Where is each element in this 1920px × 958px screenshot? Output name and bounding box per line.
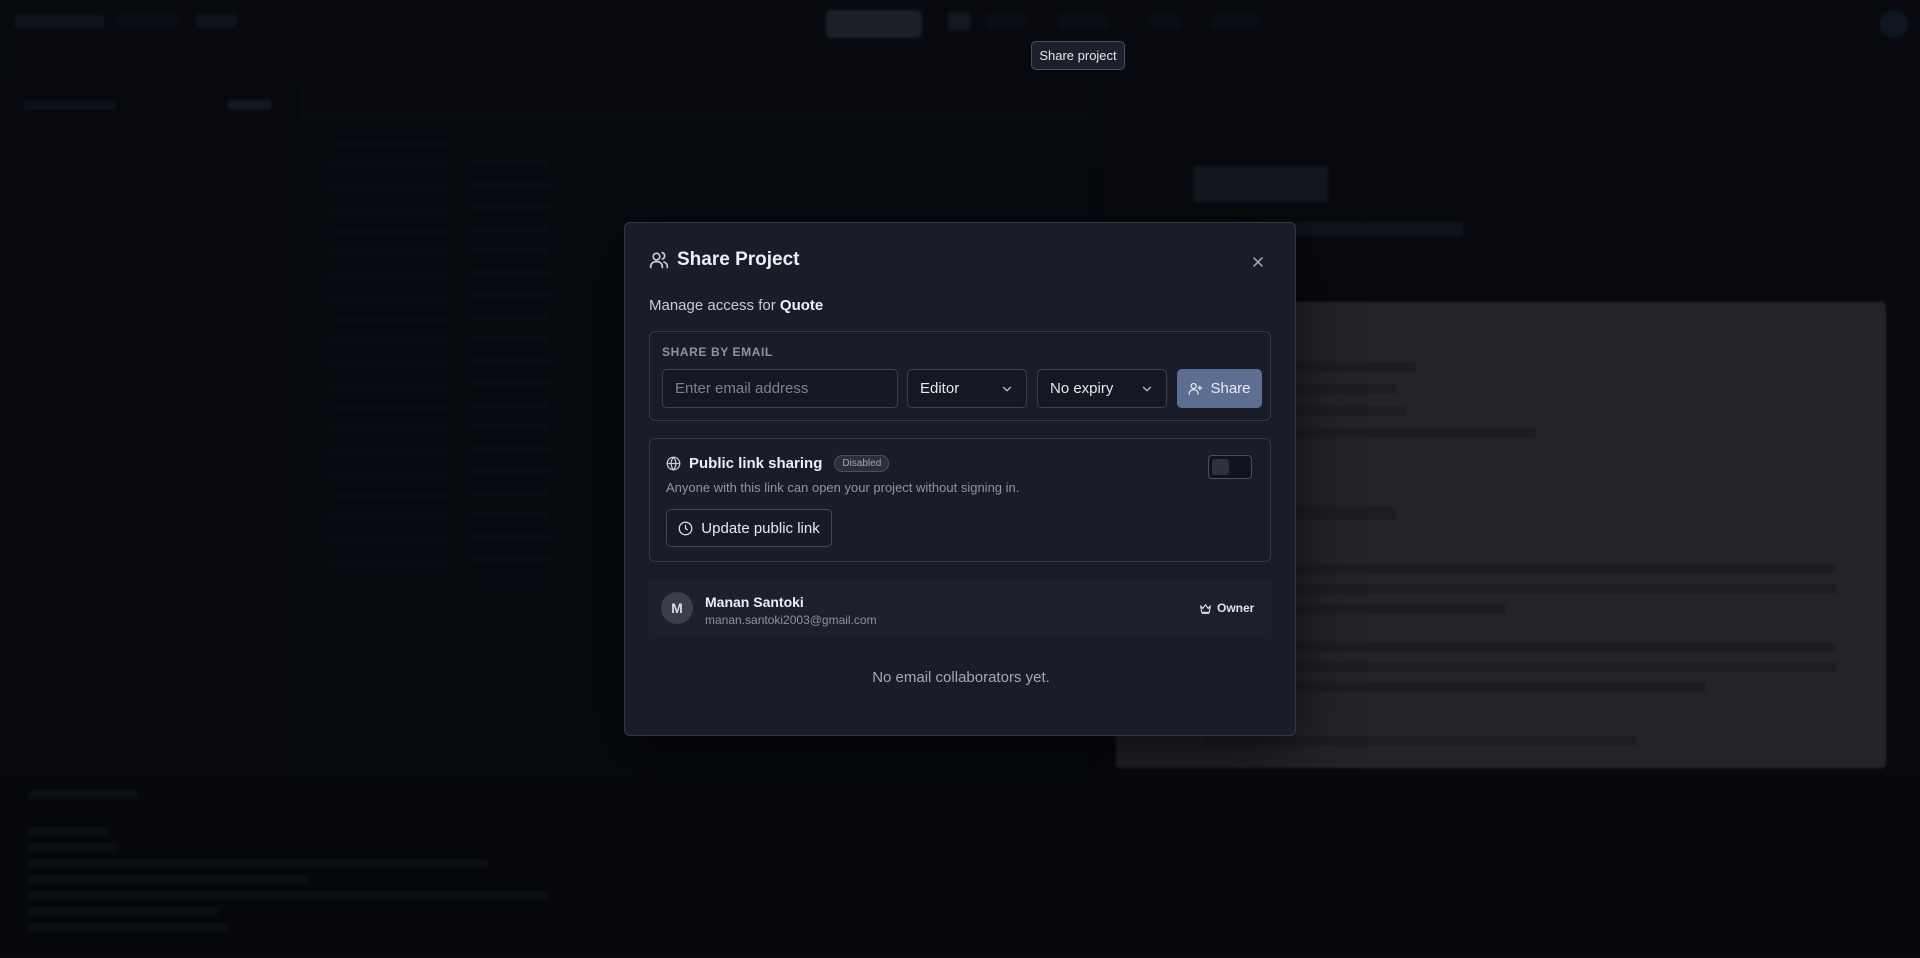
member-email: manan.santoki2003@gmail.com: [705, 613, 877, 627]
share-by-email-section: SHARE BY EMAIL Editor No expiry Share: [649, 331, 1271, 421]
role-select[interactable]: Editor: [907, 369, 1027, 408]
expiry-select[interactable]: No expiry: [1037, 369, 1167, 408]
share-button[interactable]: Share: [1177, 369, 1262, 408]
close-button[interactable]: [1247, 251, 1269, 273]
project-name: Quote: [779, 297, 824, 314]
dialog-title: Share Project: [677, 249, 800, 270]
empty-collaborators-message: No email collaborators yet.: [872, 669, 1050, 686]
expiry-select-value: No expiry: [1050, 380, 1114, 397]
update-public-link-button[interactable]: Update public link: [666, 509, 832, 547]
toggle-knob: [1212, 459, 1229, 475]
subtitle-prefix: Manage access for: [649, 297, 776, 314]
member-role: Owner: [1199, 601, 1254, 615]
public-link-toggle[interactable]: [1208, 455, 1252, 479]
close-icon: [1250, 254, 1266, 270]
users-icon: [649, 250, 669, 270]
member-role-label: Owner: [1217, 601, 1255, 615]
share-button-label: Share: [1210, 380, 1251, 397]
member-name: Manan Santoki: [705, 594, 804, 610]
chevron-down-icon: [1140, 382, 1154, 396]
dialog-subtitle: Manage access for Quote: [649, 297, 823, 314]
share-project-tooltip: Share project: [1031, 41, 1125, 70]
share-project-dialog: Share Project Manage access for Quote SH…: [624, 222, 1296, 736]
clock-icon: [678, 521, 693, 536]
public-link-section: Public link sharing Disabled Anyone with…: [649, 438, 1271, 562]
dialog-header: Share Project: [649, 249, 800, 271]
globe-icon: [666, 456, 681, 471]
member-row: M Manan Santoki manan.santoki2003@gmail.…: [649, 579, 1271, 635]
role-select-value: Editor: [920, 380, 960, 397]
crown-icon: [1199, 602, 1212, 615]
public-link-title: Public link sharing: [689, 455, 823, 472]
avatar: M: [661, 592, 693, 624]
share-by-email-label: SHARE BY EMAIL: [662, 345, 773, 359]
update-public-link-label: Update public link: [701, 519, 820, 537]
public-link-header: Public link sharing Disabled: [666, 455, 890, 472]
status-badge: Disabled: [834, 455, 890, 472]
user-plus-icon: [1188, 381, 1203, 396]
chevron-down-icon: [1000, 382, 1014, 396]
public-link-description: Anyone with this link can open your proj…: [666, 480, 1020, 495]
email-input[interactable]: [662, 369, 898, 408]
